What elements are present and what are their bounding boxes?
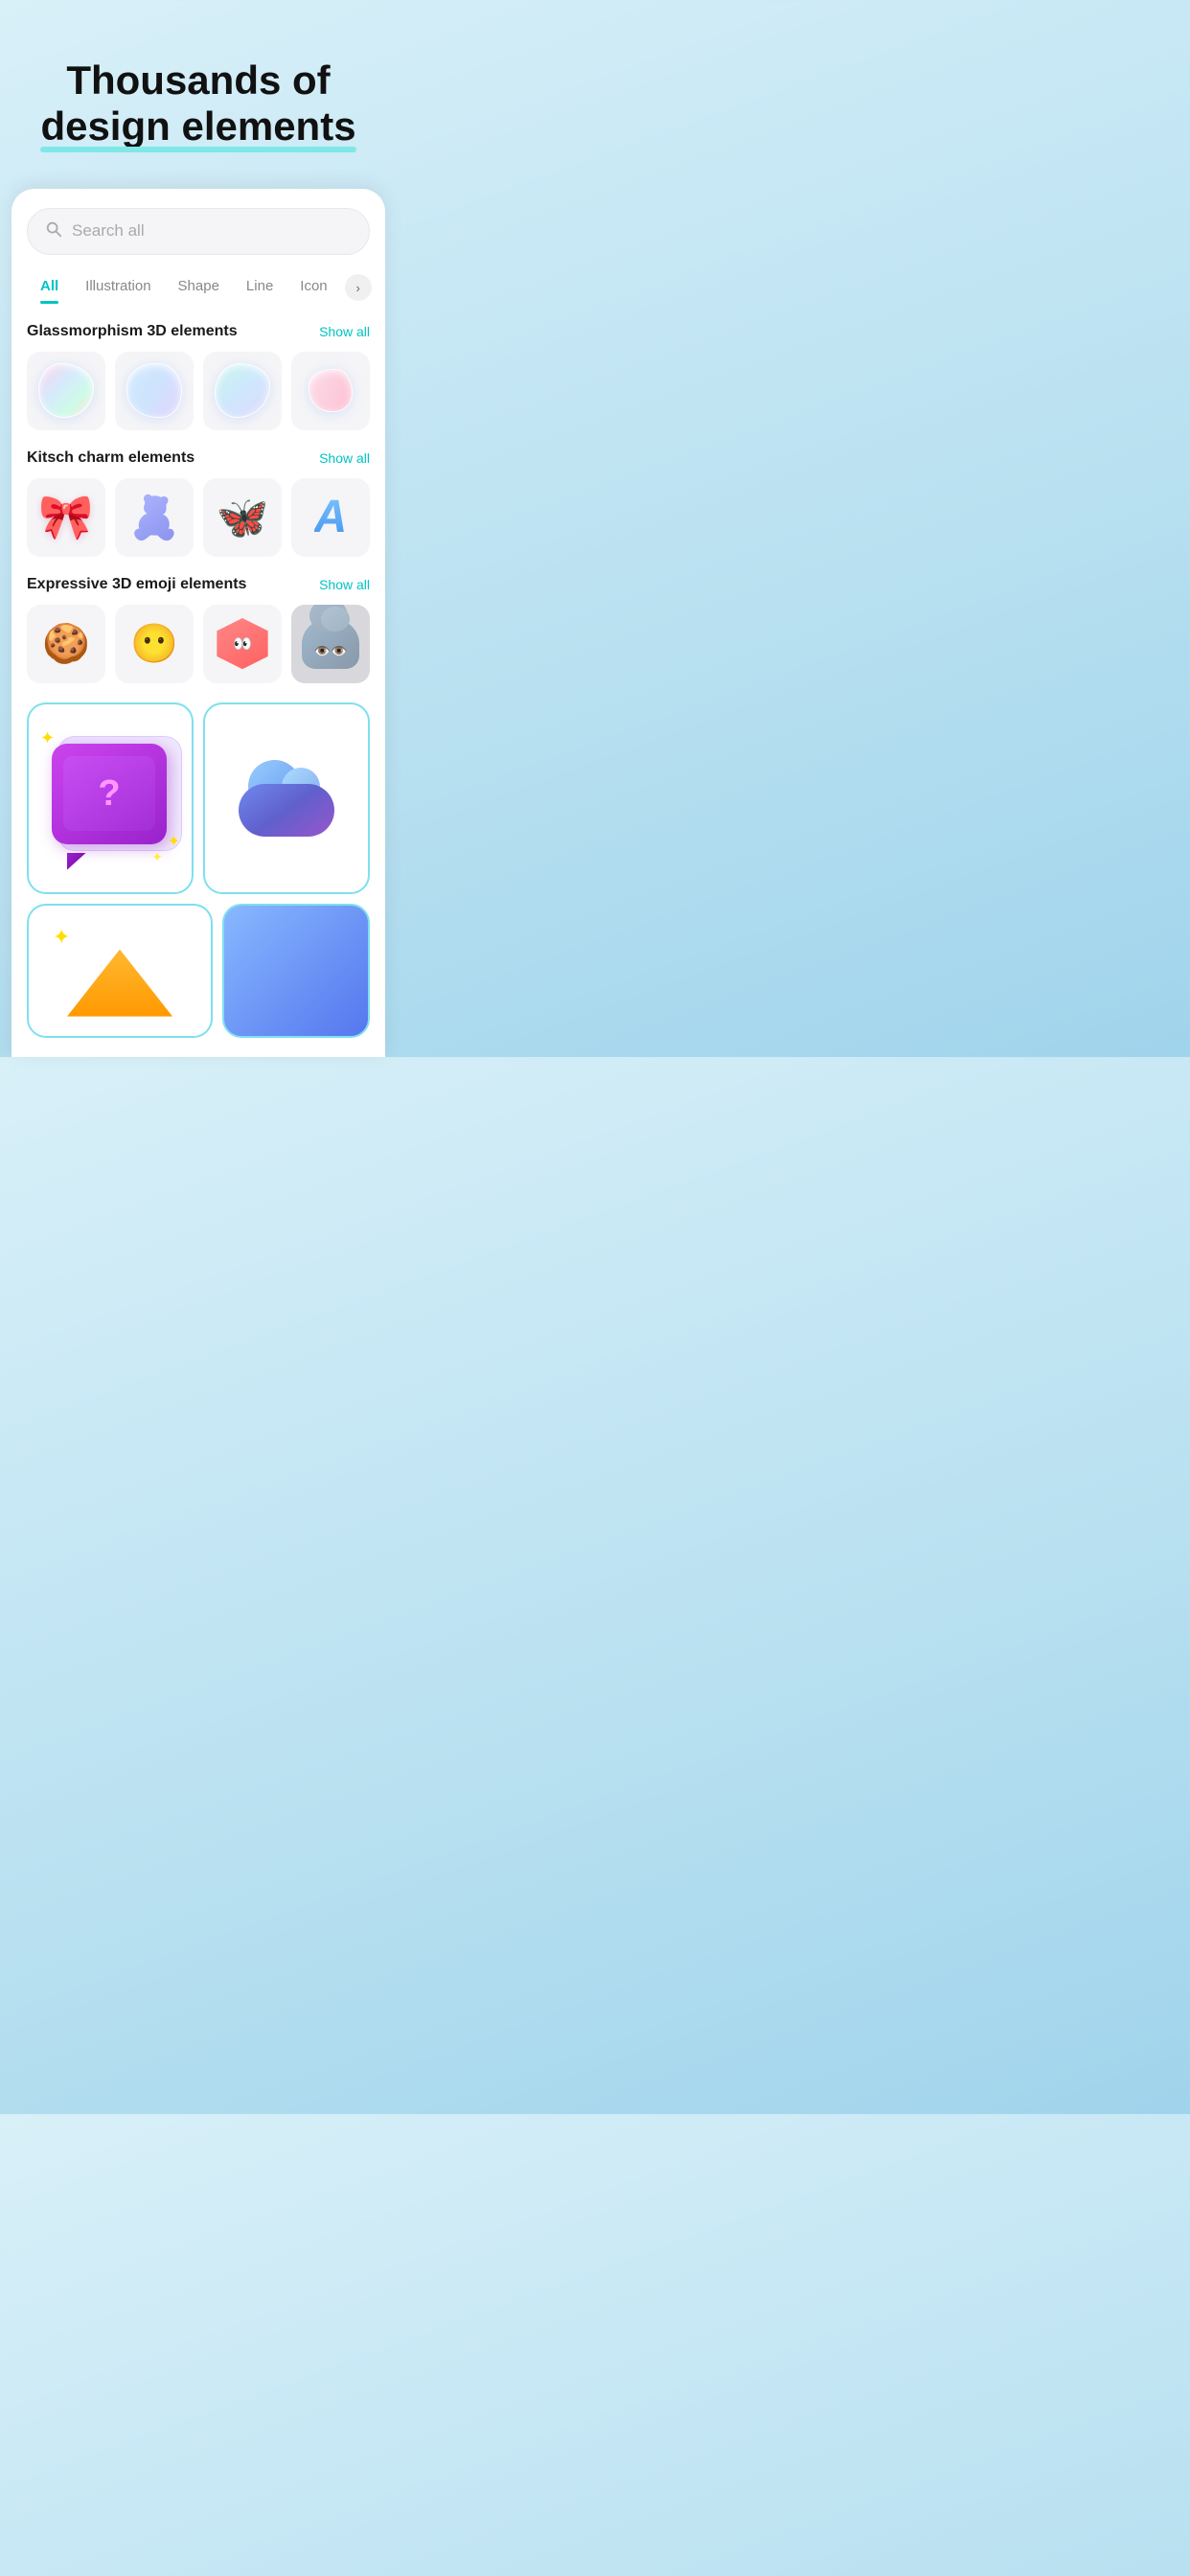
glassmorphism-elements-row: [27, 352, 370, 430]
cloud-3d-card[interactable]: [203, 702, 370, 894]
glass-shape-4: [309, 369, 352, 412]
search-bar[interactable]: Search all: [27, 208, 370, 255]
bear-icon: 🧸: [128, 493, 181, 542]
glassmorphism-section-title: Glassmorphism 3D elements: [27, 323, 238, 340]
emoji-element-orange[interactable]: 🍪: [27, 605, 105, 683]
tab-illustration[interactable]: Illustration: [72, 272, 164, 304]
emoji-element-hex[interactable]: 👀: [203, 605, 282, 683]
cloud-eyes: 👁️👁️: [314, 643, 348, 659]
kitsch-section-header: Kitsch charm elements Show all: [27, 449, 370, 467]
question-inner: ?: [63, 756, 155, 832]
question-bubble-card[interactable]: ? ✦ ✦ ✦: [27, 702, 194, 894]
question-bubble-body: ?: [52, 744, 167, 844]
hero-title-line1: Thousands of: [66, 58, 330, 103]
kitsch-show-all[interactable]: Show all: [319, 450, 370, 466]
bow-icon: 🎀: [38, 491, 93, 543]
hero-section: Thousands of design elements: [0, 0, 397, 179]
tabs-chevron[interactable]: ›: [345, 274, 372, 301]
mountain-card[interactable]: ✦: [27, 904, 213, 1038]
search-placeholder: Search all: [72, 221, 145, 241]
hero-highlight-word: elements: [181, 104, 355, 149]
hero-title-line2: design elements: [40, 104, 355, 150]
glass-shape-2: [126, 363, 181, 418]
glass-element-2[interactable]: [115, 352, 194, 430]
bubble-tail: [67, 853, 86, 870]
emoji-elements-row: 🍪 😶 👀 👁️👁️: [27, 605, 370, 683]
emoji-section-title: Expressive 3D emoji elements: [27, 576, 246, 593]
cloud-emoji-shape: 👁️👁️: [302, 618, 358, 669]
emoji-element-cloud[interactable]: 👁️👁️: [291, 605, 370, 683]
feature-cards-row: ? ✦ ✦ ✦: [27, 702, 370, 894]
hex-eyes: 👀: [233, 634, 252, 654]
kitsch-element-bow[interactable]: 🎀: [27, 478, 105, 557]
emoji-section-header: Expressive 3D emoji elements Show all: [27, 576, 370, 593]
glass-element-1[interactable]: [27, 352, 105, 430]
bubble-wrapper: ? ✦ ✦ ✦: [48, 736, 172, 861]
kitsch-element-butterfly[interactable]: 🦋: [203, 478, 282, 557]
glass-shape-1: [38, 363, 93, 418]
tab-all[interactable]: All: [27, 272, 72, 304]
tab-line[interactable]: Line: [233, 272, 286, 304]
bottom-row-2: ✦: [27, 904, 370, 1038]
yellow-face-icon: 😶: [130, 621, 178, 666]
glassmorphism-section-header: Glassmorphism 3D elements Show all: [27, 323, 370, 340]
emoji-show-all[interactable]: Show all: [319, 577, 370, 592]
question-mark: ?: [98, 773, 120, 815]
sparkle-mountain: ✦: [53, 925, 70, 950]
kitsch-section-title: Kitsch charm elements: [27, 449, 195, 467]
sparkle-bottom: ✦: [151, 849, 163, 865]
letter-a-icon: A: [314, 491, 348, 543]
tab-shape[interactable]: Shape: [165, 272, 233, 304]
tab-icon[interactable]: Icon: [286, 272, 340, 304]
glass-element-3[interactable]: [203, 352, 282, 430]
hex-emoji-shape: 👀: [217, 618, 267, 669]
glassmorphism-show-all[interactable]: Show all: [319, 324, 370, 339]
kitsch-element-letter[interactable]: A: [291, 478, 370, 557]
search-icon: [45, 220, 62, 242]
kitsch-element-bear[interactable]: 🧸: [115, 478, 194, 557]
butterfly-icon: 🦋: [217, 493, 269, 542]
cloud-body: [239, 784, 334, 837]
glass-element-4[interactable]: [291, 352, 370, 430]
hero-title: Thousands of design elements: [0, 0, 397, 179]
blue-placeholder-card[interactable]: [222, 904, 370, 1038]
tabs-row: All Illustration Shape Line Icon ›: [27, 272, 370, 304]
sparkle-bottom-right: ✦: [168, 832, 180, 851]
main-card: Search all All Illustration Shape Line I…: [11, 189, 385, 1057]
sparkle-top-left: ✦: [40, 728, 55, 748]
cloud-3d-shape: [234, 760, 339, 837]
mountain-shape: [67, 950, 172, 1017]
emoji-element-yellow[interactable]: 😶: [115, 605, 194, 683]
glass-shape-3: [215, 363, 269, 418]
orange-cookie-icon: 🍪: [42, 621, 90, 666]
kitsch-elements-row: 🎀 🧸 🦋 A: [27, 478, 370, 557]
